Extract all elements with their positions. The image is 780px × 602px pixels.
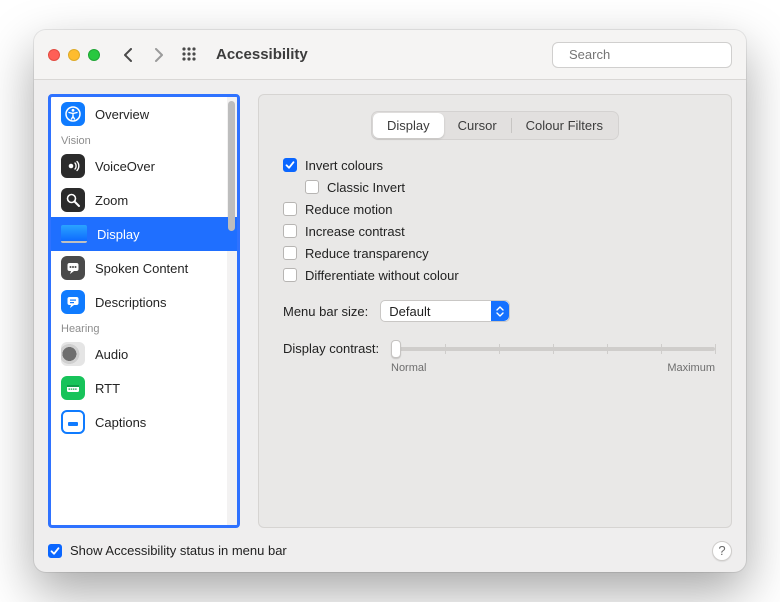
sidebar-item-overview[interactable]: Overview bbox=[51, 97, 237, 131]
search-input[interactable] bbox=[567, 46, 746, 63]
sidebar-item-label: Display bbox=[97, 227, 140, 242]
sidebar-list[interactable]: Overview Vision VoiceOver Zoom bbox=[51, 97, 237, 525]
window-title: Accessibility bbox=[216, 46, 308, 63]
checkbox-invert-colours[interactable] bbox=[283, 158, 297, 172]
tab-cursor[interactable]: Cursor bbox=[444, 113, 511, 138]
sidebar-item-display[interactable]: Display bbox=[51, 217, 237, 251]
sidebar-item-label: Captions bbox=[95, 415, 146, 430]
checkbox-reduce-transparency[interactable] bbox=[283, 246, 297, 260]
sidebar-section-vision: Vision bbox=[51, 131, 237, 149]
option-reduce-motion: Reduce motion bbox=[283, 198, 715, 220]
slider-range-labels: Normal Maximum bbox=[391, 362, 715, 374]
display-contrast-slider[interactable] bbox=[391, 338, 715, 358]
window-controls bbox=[48, 49, 100, 61]
sidebar-item-captions[interactable]: Captions bbox=[51, 405, 237, 439]
question-mark-icon: ? bbox=[718, 543, 725, 558]
option-differentiate: Differentiate without colour bbox=[283, 264, 715, 286]
checkbox-increase-contrast[interactable] bbox=[283, 224, 297, 238]
menu-bar-size-select[interactable]: Default bbox=[380, 300, 510, 322]
tab-display[interactable]: Display bbox=[373, 113, 444, 138]
sidebar: Overview Vision VoiceOver Zoom bbox=[48, 94, 240, 528]
menu-bar-size-field: Menu bar size: Default bbox=[283, 300, 715, 322]
show-status-label: Show Accessibility status in menu bar bbox=[70, 543, 287, 558]
option-label: Classic Invert bbox=[327, 180, 405, 195]
close-window-button[interactable] bbox=[48, 49, 60, 61]
chevron-right-icon bbox=[154, 48, 163, 62]
sidebar-item-voiceover[interactable]: VoiceOver bbox=[51, 149, 237, 183]
checkbox-show-status[interactable] bbox=[48, 544, 62, 558]
option-label: Invert colours bbox=[305, 158, 383, 173]
tab-colour-filters[interactable]: Colour Filters bbox=[512, 113, 617, 138]
menu-bar-size-value: Default bbox=[389, 304, 430, 319]
checkbox-classic-invert[interactable] bbox=[305, 180, 319, 194]
sidebar-item-label: Zoom bbox=[95, 193, 128, 208]
option-invert-colours: Invert colours bbox=[283, 154, 715, 176]
sidebar-scrollbar[interactable] bbox=[228, 101, 235, 231]
titlebar: Accessibility bbox=[34, 30, 746, 80]
display-icon bbox=[61, 225, 87, 243]
checkbox-reduce-motion[interactable] bbox=[283, 202, 297, 216]
option-classic-invert: Classic Invert bbox=[283, 176, 715, 198]
checkbox-differentiate[interactable] bbox=[283, 268, 297, 282]
audio-icon bbox=[61, 342, 85, 366]
voiceover-icon bbox=[61, 154, 85, 178]
accessibility-icon bbox=[61, 102, 85, 126]
sidebar-item-rtt[interactable]: RTT bbox=[51, 371, 237, 405]
display-contrast-row: Display contrast: bbox=[283, 338, 715, 358]
show-all-button[interactable] bbox=[178, 43, 202, 67]
menu-bar-size-label: Menu bar size: bbox=[283, 304, 368, 319]
sidebar-item-audio[interactable]: Audio bbox=[51, 337, 237, 371]
sidebar-item-label: Overview bbox=[95, 107, 149, 122]
option-label: Differentiate without colour bbox=[305, 268, 459, 283]
help-button[interactable]: ? bbox=[712, 541, 732, 561]
option-increase-contrast: Increase contrast bbox=[283, 220, 715, 242]
option-label: Increase contrast bbox=[305, 224, 405, 239]
zoom-icon bbox=[61, 188, 85, 212]
tab-bar: Display Cursor Colour Filters bbox=[371, 111, 619, 140]
slider-knob[interactable] bbox=[391, 340, 401, 358]
rtt-icon bbox=[61, 376, 85, 400]
option-reduce-transparency: Reduce transparency bbox=[283, 242, 715, 264]
zoom-window-button[interactable] bbox=[88, 49, 100, 61]
display-contrast-label: Display contrast: bbox=[283, 341, 379, 356]
spoken-content-icon bbox=[61, 256, 85, 280]
footer: Show Accessibility status in menu bar ? bbox=[34, 528, 746, 572]
captions-icon bbox=[61, 410, 85, 434]
sidebar-item-label: Spoken Content bbox=[95, 261, 188, 276]
sidebar-item-label: VoiceOver bbox=[95, 159, 155, 174]
descriptions-icon bbox=[61, 290, 85, 314]
back-button[interactable] bbox=[118, 43, 138, 67]
sidebar-item-descriptions[interactable]: Descriptions bbox=[51, 285, 237, 319]
sidebar-item-zoom[interactable]: Zoom bbox=[51, 183, 237, 217]
sidebar-item-label: Descriptions bbox=[95, 295, 167, 310]
display-options: Invert colours Classic Invert Reduce mot… bbox=[283, 154, 715, 286]
sidebar-item-label: Audio bbox=[95, 347, 128, 362]
minimize-window-button[interactable] bbox=[68, 49, 80, 61]
slider-max-label: Maximum bbox=[667, 362, 715, 374]
window-body: Overview Vision VoiceOver Zoom bbox=[34, 80, 746, 528]
sidebar-item-spoken-content[interactable]: Spoken Content bbox=[51, 251, 237, 285]
forward-button[interactable] bbox=[148, 43, 168, 67]
option-label: Reduce motion bbox=[305, 202, 392, 217]
chevron-left-icon bbox=[124, 48, 133, 62]
option-label: Reduce transparency bbox=[305, 246, 429, 261]
slider-min-label: Normal bbox=[391, 362, 426, 374]
grid-icon bbox=[182, 47, 198, 63]
preferences-window: Accessibility Overview Vision bbox=[34, 30, 746, 572]
sidebar-item-label: RTT bbox=[95, 381, 120, 396]
sidebar-section-hearing: Hearing bbox=[51, 319, 237, 337]
select-stepper-icon bbox=[491, 301, 509, 321]
content-pane: Display Cursor Colour Filters Invert col… bbox=[258, 94, 732, 528]
search-field[interactable] bbox=[552, 42, 732, 68]
